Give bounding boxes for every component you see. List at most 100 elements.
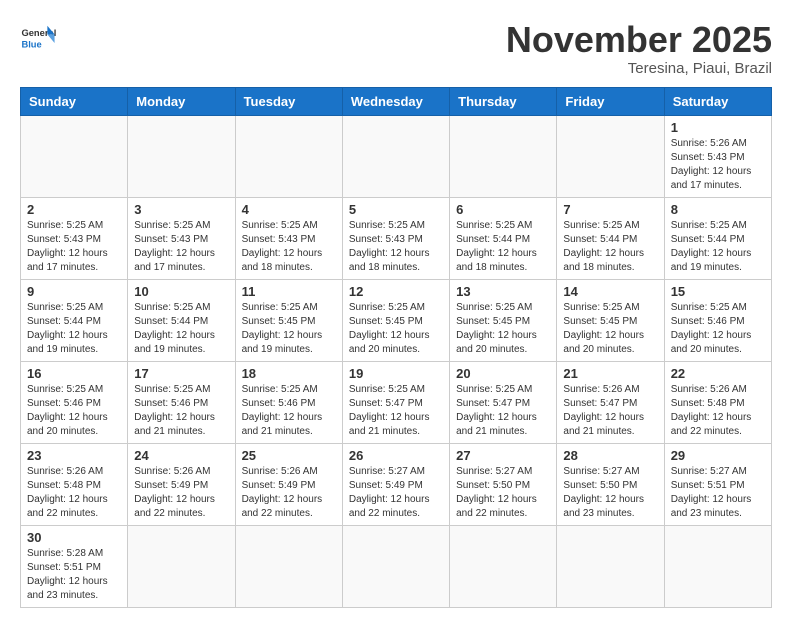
weekday-header-sunday: Sunday bbox=[21, 87, 128, 115]
day-number: 12 bbox=[349, 284, 443, 299]
svg-text:Blue: Blue bbox=[21, 39, 41, 49]
day-number: 23 bbox=[27, 448, 121, 463]
calendar-cell bbox=[664, 525, 771, 607]
calendar-cell bbox=[557, 115, 664, 197]
calendar-cell bbox=[450, 525, 557, 607]
calendar-cell: 12 Sunrise: 5:25 AM Sunset: 5:45 PM Dayli… bbox=[342, 279, 449, 361]
weekday-header-thursday: Thursday bbox=[450, 87, 557, 115]
day-info: Sunrise: 5:25 AM Sunset: 5:46 PM Dayligh… bbox=[134, 383, 228, 439]
calendar-cell bbox=[450, 115, 557, 197]
day-number: 21 bbox=[563, 366, 657, 381]
day-info: Sunrise: 5:25 AM Sunset: 5:46 PM Dayligh… bbox=[242, 383, 336, 439]
day-number: 19 bbox=[349, 366, 443, 381]
calendar-cell: 30 Sunrise: 5:28 AM Sunset: 5:51 PM Dayli… bbox=[21, 525, 128, 607]
day-number: 30 bbox=[27, 530, 121, 545]
calendar-cell: 19 Sunrise: 5:25 AM Sunset: 5:47 PM Dayli… bbox=[342, 361, 449, 443]
day-info: Sunrise: 5:25 AM Sunset: 5:44 PM Dayligh… bbox=[671, 219, 765, 275]
day-number: 29 bbox=[671, 448, 765, 463]
calendar-cell bbox=[235, 525, 342, 607]
calendar-cell: 15Sunrise: 5:25 AM Sunset: 5:46 PM Dayli… bbox=[664, 279, 771, 361]
calendar-cell: 14 Sunrise: 5:25 AM Sunset: 5:45 PM Dayli… bbox=[557, 279, 664, 361]
month-title: November 2025 bbox=[506, 20, 772, 60]
day-number: 14 bbox=[563, 284, 657, 299]
day-info: Sunrise: 5:25 AM Sunset: 5:43 PM Dayligh… bbox=[27, 219, 121, 275]
day-number: 5 bbox=[349, 202, 443, 217]
calendar-cell: 16Sunrise: 5:25 AM Sunset: 5:46 PM Dayli… bbox=[21, 361, 128, 443]
day-info: Sunrise: 5:25 AM Sunset: 5:47 PM Dayligh… bbox=[349, 383, 443, 439]
calendar-cell: 2 Sunrise: 5:25 AM Sunset: 5:43 PM Daylig… bbox=[21, 197, 128, 279]
calendar-cell: 18 Sunrise: 5:25 AM Sunset: 5:46 PM Dayli… bbox=[235, 361, 342, 443]
day-number: 3 bbox=[134, 202, 228, 217]
day-number: 11 bbox=[242, 284, 336, 299]
calendar-cell: 4Sunrise: 5:25 AM Sunset: 5:43 PM Daylig… bbox=[235, 197, 342, 279]
day-info: Sunrise: 5:25 AM Sunset: 5:45 PM Dayligh… bbox=[349, 301, 443, 357]
day-number: 17 bbox=[134, 366, 228, 381]
calendar-cell: 7Sunrise: 5:25 AM Sunset: 5:44 PM Daylig… bbox=[557, 197, 664, 279]
day-number: 27 bbox=[456, 448, 550, 463]
week-row-1: 1 Sunrise: 5:26 AM Sunset: 5:43 PM Daylig… bbox=[21, 115, 772, 197]
day-info: Sunrise: 5:26 AM Sunset: 5:49 PM Dayligh… bbox=[242, 465, 336, 521]
day-info: Sunrise: 5:25 AM Sunset: 5:45 PM Dayligh… bbox=[456, 301, 550, 357]
weekday-header-row: SundayMondayTuesdayWednesdayThursdayFrid… bbox=[21, 87, 772, 115]
calendar-cell: 20Sunrise: 5:25 AM Sunset: 5:47 PM Dayli… bbox=[450, 361, 557, 443]
day-info: Sunrise: 5:25 AM Sunset: 5:44 PM Dayligh… bbox=[456, 219, 550, 275]
week-row-2: 2 Sunrise: 5:25 AM Sunset: 5:43 PM Daylig… bbox=[21, 197, 772, 279]
calendar-cell: 25 Sunrise: 5:26 AM Sunset: 5:49 PM Dayli… bbox=[235, 443, 342, 525]
calendar-cell: 21 Sunrise: 5:26 AM Sunset: 5:47 PM Dayli… bbox=[557, 361, 664, 443]
day-info: Sunrise: 5:26 AM Sunset: 5:47 PM Dayligh… bbox=[563, 383, 657, 439]
weekday-header-monday: Monday bbox=[128, 87, 235, 115]
day-info: Sunrise: 5:27 AM Sunset: 5:49 PM Dayligh… bbox=[349, 465, 443, 521]
calendar-cell: 27Sunrise: 5:27 AM Sunset: 5:50 PM Dayli… bbox=[450, 443, 557, 525]
calendar-cell: 6 Sunrise: 5:25 AM Sunset: 5:44 PM Daylig… bbox=[450, 197, 557, 279]
week-row-4: 16Sunrise: 5:25 AM Sunset: 5:46 PM Dayli… bbox=[21, 361, 772, 443]
day-number: 1 bbox=[671, 120, 765, 135]
week-row-5: 23Sunrise: 5:26 AM Sunset: 5:48 PM Dayli… bbox=[21, 443, 772, 525]
calendar-cell: 11Sunrise: 5:25 AM Sunset: 5:45 PM Dayli… bbox=[235, 279, 342, 361]
day-number: 6 bbox=[456, 202, 550, 217]
title-area: November 2025 Teresina, Piaui, Brazil bbox=[506, 20, 772, 77]
day-info: Sunrise: 5:26 AM Sunset: 5:43 PM Dayligh… bbox=[671, 137, 765, 193]
calendar-cell: 23Sunrise: 5:26 AM Sunset: 5:48 PM Dayli… bbox=[21, 443, 128, 525]
calendar-cell bbox=[342, 115, 449, 197]
calendar-cell bbox=[557, 525, 664, 607]
calendar-cell bbox=[128, 525, 235, 607]
day-info: Sunrise: 5:25 AM Sunset: 5:43 PM Dayligh… bbox=[349, 219, 443, 275]
calendar-cell bbox=[235, 115, 342, 197]
location: Teresina, Piaui, Brazil bbox=[506, 60, 772, 77]
header: General Blue November 2025 Teresina, Pia… bbox=[20, 20, 772, 77]
calendar-cell: 13 Sunrise: 5:25 AM Sunset: 5:45 PM Dayli… bbox=[450, 279, 557, 361]
day-number: 9 bbox=[27, 284, 121, 299]
day-info: Sunrise: 5:25 AM Sunset: 5:43 PM Dayligh… bbox=[242, 219, 336, 275]
day-info: Sunrise: 5:28 AM Sunset: 5:51 PM Dayligh… bbox=[27, 547, 121, 603]
calendar-cell: 8 Sunrise: 5:25 AM Sunset: 5:44 PM Daylig… bbox=[664, 197, 771, 279]
day-number: 8 bbox=[671, 202, 765, 217]
day-info: Sunrise: 5:25 AM Sunset: 5:44 PM Dayligh… bbox=[134, 301, 228, 357]
day-info: Sunrise: 5:26 AM Sunset: 5:48 PM Dayligh… bbox=[671, 383, 765, 439]
day-number: 13 bbox=[456, 284, 550, 299]
day-info: Sunrise: 5:27 AM Sunset: 5:50 PM Dayligh… bbox=[563, 465, 657, 521]
calendar-cell: 3 Sunrise: 5:25 AM Sunset: 5:43 PM Daylig… bbox=[128, 197, 235, 279]
calendar-cell: 10 Sunrise: 5:25 AM Sunset: 5:44 PM Dayli… bbox=[128, 279, 235, 361]
logo-icon: General Blue bbox=[20, 20, 56, 56]
day-number: 18 bbox=[242, 366, 336, 381]
weekday-header-friday: Friday bbox=[557, 87, 664, 115]
calendar-cell bbox=[21, 115, 128, 197]
weekday-header-tuesday: Tuesday bbox=[235, 87, 342, 115]
logo: General Blue bbox=[20, 20, 56, 56]
day-info: Sunrise: 5:25 AM Sunset: 5:44 PM Dayligh… bbox=[563, 219, 657, 275]
day-number: 25 bbox=[242, 448, 336, 463]
calendar: SundayMondayTuesdayWednesdayThursdayFrid… bbox=[20, 87, 772, 608]
day-info: Sunrise: 5:25 AM Sunset: 5:47 PM Dayligh… bbox=[456, 383, 550, 439]
calendar-cell: 9Sunrise: 5:25 AM Sunset: 5:44 PM Daylig… bbox=[21, 279, 128, 361]
day-info: Sunrise: 5:25 AM Sunset: 5:45 PM Dayligh… bbox=[563, 301, 657, 357]
week-row-3: 9 Sunrise: 5:25 AM Sunset: 5:44 PM Daylig… bbox=[21, 279, 772, 361]
day-info: Sunrise: 5:25 AM Sunset: 5:43 PM Dayligh… bbox=[134, 219, 228, 275]
day-info: Sunrise: 5:25 AM Sunset: 5:46 PM Dayligh… bbox=[671, 301, 765, 357]
day-number: 2 bbox=[27, 202, 121, 217]
day-info: Sunrise: 5:27 AM Sunset: 5:51 PM Dayligh… bbox=[671, 465, 765, 521]
calendar-cell: 22Sunrise: 5:26 AM Sunset: 5:48 PM Dayli… bbox=[664, 361, 771, 443]
weekday-header-saturday: Saturday bbox=[664, 87, 771, 115]
calendar-cell: 1 Sunrise: 5:26 AM Sunset: 5:43 PM Daylig… bbox=[664, 115, 771, 197]
day-number: 10 bbox=[134, 284, 228, 299]
week-row-6: 30 Sunrise: 5:28 AM Sunset: 5:51 PM Dayli… bbox=[21, 525, 772, 607]
